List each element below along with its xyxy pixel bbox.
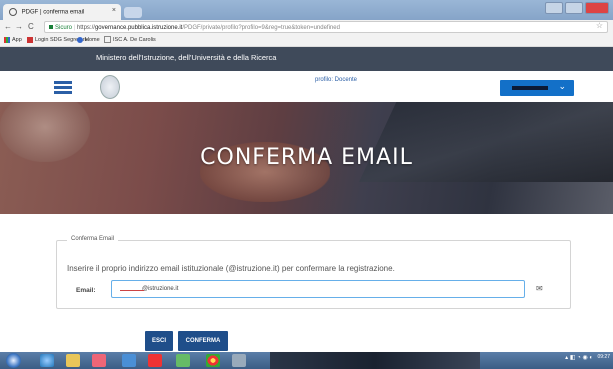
ministry-bar: Ministero dell'Istruzione, dell'Universi… [0,47,613,71]
ie-icon[interactable] [40,354,54,367]
secure-label: Sicuro [55,25,73,31]
user-dropdown-button[interactable]: ⌄ [500,80,574,96]
redacted-username [512,86,548,90]
page-title: CONFERMA EMAIL [200,145,413,170]
bookmark-isc[interactable]: ISC A. De Carolis [104,35,156,46]
bookmarks-bar: App Login SDG Segreteria Home ISC A. De … [0,35,613,47]
tab-close-icon[interactable]: × [112,7,116,14]
conferma-button[interactable]: CONFERMA [178,331,228,351]
lock-icon [49,25,53,30]
app3-icon[interactable] [176,354,190,367]
profile-label: profilo: Docente [315,77,358,83]
maximize-button[interactable] [565,2,583,14]
emblem-logo [100,75,120,99]
page-icon [104,36,111,44]
forward-icon[interactable]: → [15,22,23,31]
email-field[interactable]: @istruzione.it [111,280,525,298]
reload-icon[interactable]: C [28,22,34,31]
esci-button[interactable]: ESCI [145,331,173,351]
chrome-icon[interactable] [206,354,220,367]
url-scheme: https:// [76,25,95,31]
browser-tab[interactable]: PDGF | conferma email × [3,4,121,20]
email-label: Email: [76,287,96,294]
close-window-button[interactable] [585,2,609,14]
tab-title: PDGF | conferma email [21,9,85,16]
start-button[interactable] [6,353,21,368]
window-controls [545,2,609,14]
site-header: profilo: Docente ⌄ [0,71,613,102]
instruction-text: Inserire il proprio indirizzo email isti… [67,264,395,273]
system-tray: ▴ ◧ ◔ ◉ ◐ [565,355,593,361]
address-bar-row: ← → C Sicuro | https://governance.pubbli… [0,20,613,35]
taskbar-window-preview [270,352,480,369]
app2-icon[interactable] [148,354,162,367]
sdg-icon [27,36,33,43]
minimize-button[interactable] [545,2,563,14]
clock: 09:27 [597,354,610,360]
hero-photo-laptop [359,102,613,182]
apps-icon [4,36,10,43]
menu-icon[interactable] [54,81,72,94]
folder-icon[interactable] [66,354,80,367]
globe-icon [77,36,83,43]
url-host: governance.pubblica.istruzione.it [94,25,183,31]
bookmark-star-icon[interactable]: ☆ [596,21,603,30]
fieldset-legend: Conferma Email [67,236,119,242]
new-tab-button[interactable] [124,7,142,18]
envelope-icon: ✉ [536,284,543,293]
app-icon[interactable] [122,354,136,367]
app4-icon[interactable] [232,354,246,367]
media-icon[interactable] [92,354,106,367]
os-taskbar: ▴ ◧ ◔ ◉ ◐ 09:27 [0,352,613,369]
confirm-email-fieldset: Conferma Email Inserire il proprio indir… [56,236,571,309]
url-path: /PDGF/private/profilo?profilo=9&reg=true… [182,25,340,31]
url-field[interactable]: Sicuro | https://governance.pubblica.ist… [44,21,608,33]
hero-banner: CONFERMA EMAIL [0,102,613,214]
ministry-title: Ministero dell'Istruzione, dell'Universi… [96,53,277,62]
bookmark-home[interactable]: Home [77,35,100,46]
chevron-down-icon: ⌄ [558,81,566,91]
email-value: @istruzione.it [142,286,179,292]
bookmark-apps[interactable]: App [4,35,22,46]
loading-icon [9,8,17,16]
redacted-email-user [120,290,144,291]
browser-tabstrip: PDGF | conferma email × [0,0,613,20]
back-icon[interactable]: ← [4,22,12,31]
